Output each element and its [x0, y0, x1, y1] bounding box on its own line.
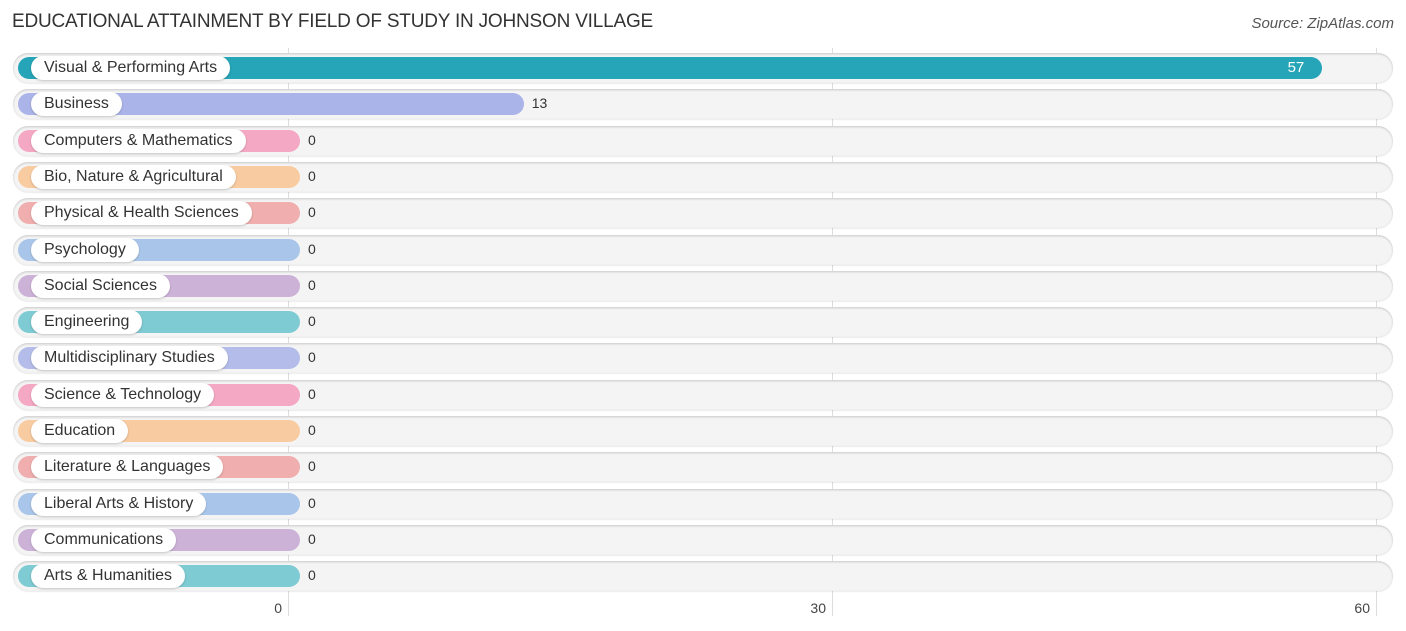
- category-label: Literature & Languages: [31, 455, 224, 480]
- category-label: Bio, Nature & Agricultural: [31, 164, 236, 189]
- bar-row: Bio, Nature & Agricultural 0: [13, 161, 1393, 192]
- category-label: Communications: [31, 527, 177, 552]
- category-label: Arts & Humanities: [31, 564, 186, 589]
- bar-row: Communications 0: [13, 524, 1393, 555]
- bar-row: Visual & Performing Arts 57: [13, 53, 1393, 83]
- value-label: 57: [1287, 59, 1305, 76]
- category-label: Education: [31, 419, 129, 443]
- value-label: 0: [308, 276, 316, 293]
- value-label: 0: [308, 131, 316, 148]
- category-label: Physical & Health Sciences: [31, 201, 252, 226]
- x-tick-label: 60: [1354, 600, 1370, 616]
- category-label: Science & Technology: [31, 382, 215, 407]
- bar-chart: Visual & Performing Arts 57 Business 13 Comp…: [0, 0, 1406, 631]
- category-label: Visual & Performing Arts: [31, 56, 231, 80]
- x-tick-label: 0: [274, 600, 282, 616]
- bar-row: Liberal Arts & History 0: [13, 488, 1393, 519]
- category-label: Business: [31, 92, 122, 117]
- bar-row: Psychology 0: [13, 234, 1393, 265]
- bar-row: Science & Technology 0: [13, 379, 1393, 410]
- bar-row: Multidisciplinary Studies 0: [13, 343, 1393, 374]
- value-label: 0: [308, 458, 316, 475]
- bar-row: Social Sciences 0: [13, 270, 1393, 301]
- value-label: 0: [308, 530, 316, 547]
- value-label: 0: [308, 385, 316, 402]
- bar-row: Arts & Humanities 0: [13, 561, 1393, 592]
- value-label: 0: [308, 494, 316, 511]
- value-label: 13: [531, 95, 548, 112]
- bar-row: Literature & Languages 0: [13, 452, 1393, 483]
- value-label: 0: [308, 567, 316, 584]
- value-label: 0: [308, 313, 316, 330]
- value-label: 0: [308, 167, 316, 184]
- bar-row: Education 0: [13, 416, 1393, 446]
- category-label: Computers & Mathematics: [31, 128, 246, 153]
- value-label: 0: [308, 349, 316, 366]
- x-tick-label: 30: [810, 600, 826, 616]
- value-label: 0: [308, 240, 316, 257]
- bar-row: Physical & Health Sciences 0: [13, 198, 1393, 229]
- category-label: Psychology: [31, 237, 139, 262]
- value-label: 0: [308, 204, 316, 221]
- category-label: Engineering: [31, 310, 143, 335]
- bar-row: Engineering 0: [13, 307, 1393, 338]
- value-label: 0: [308, 422, 316, 438]
- category-label: Social Sciences: [31, 273, 170, 298]
- category-label: Multidisciplinary Studies: [31, 346, 228, 371]
- category-label: Liberal Arts & History: [31, 491, 207, 516]
- bar-row: Computers & Mathematics 0: [13, 125, 1393, 156]
- bar-row: Business 13: [13, 89, 1393, 120]
